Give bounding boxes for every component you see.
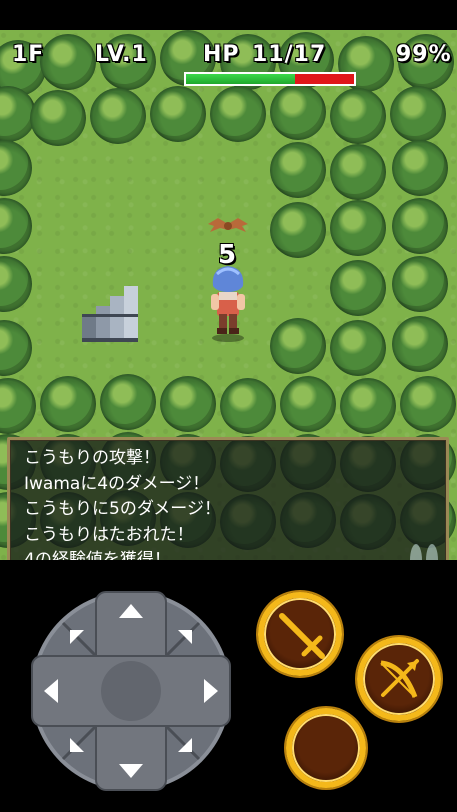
bush-tile [330,200,386,256]
bush-tile [392,256,448,312]
bush-tile [0,378,36,434]
bush-tile [340,378,396,434]
stairs-icon [82,286,138,342]
bush-tile [160,376,216,432]
bush-tile [40,34,96,90]
bush-tile [400,376,456,432]
bush-tile [330,320,386,376]
attack-button[interactable] [258,592,342,676]
bush-tile [390,86,446,142]
bush-tile [0,256,32,312]
bush-tile [220,378,276,434]
player-character-icon [211,266,245,342]
hp-bar [184,72,356,86]
bush-tile [270,318,326,374]
message-line: こうもりの攻撃！ [24,448,160,468]
bush-tile [150,86,206,142]
bush-tile [392,140,448,196]
bush-tile [270,142,326,198]
bush-tile [210,86,266,142]
menu-button[interactable] [286,708,366,788]
bush-tile [330,260,386,316]
message-line: こうもりはたおれた！ [24,524,194,545]
message-line: 4の経験値を獲得！ [24,550,171,560]
bush-tile [330,88,386,144]
bush-tile [270,84,326,140]
bush-tile [90,88,146,144]
bush-tile [30,90,86,146]
shoot-button[interactable] [357,637,441,721]
bush-tile [280,376,336,432]
bow-icon [380,659,419,698]
hp-bar-fill [186,74,295,84]
bush-tile [0,198,32,254]
dungeon-map: 5 こうもりの攻撃！ Iwamaに4のダメージ！ こうもりに5のダメージ！ こう… [0,30,457,560]
level-indicator: LV.1 [95,42,148,67]
sword-icon [279,613,325,659]
message-line: こうもりに5のダメージ！ [24,499,221,519]
floor-indicator: 1F [12,42,45,67]
ears-icon [410,544,438,560]
hp-value: 11/17 [252,42,327,67]
bush-tile [40,376,96,432]
bat-enemy-icon [208,218,248,232]
bush-tile [330,144,386,200]
bush-tile [100,374,156,430]
hp-label: HP [203,42,240,67]
fullness-indicator: 99% [396,42,452,67]
bush-tile [392,316,448,372]
message-log: こうもりの攻撃！ Iwamaに4のダメージ！ こうもりに5のダメージ！ こうもり… [7,437,449,560]
bush-tile [0,140,32,196]
bush-tile [270,202,326,258]
dpad[interactable] [30,590,232,792]
message-line: Iwamaに4のダメージ！ [24,473,210,494]
bush-tile [392,198,448,254]
bush-tile [0,320,32,376]
